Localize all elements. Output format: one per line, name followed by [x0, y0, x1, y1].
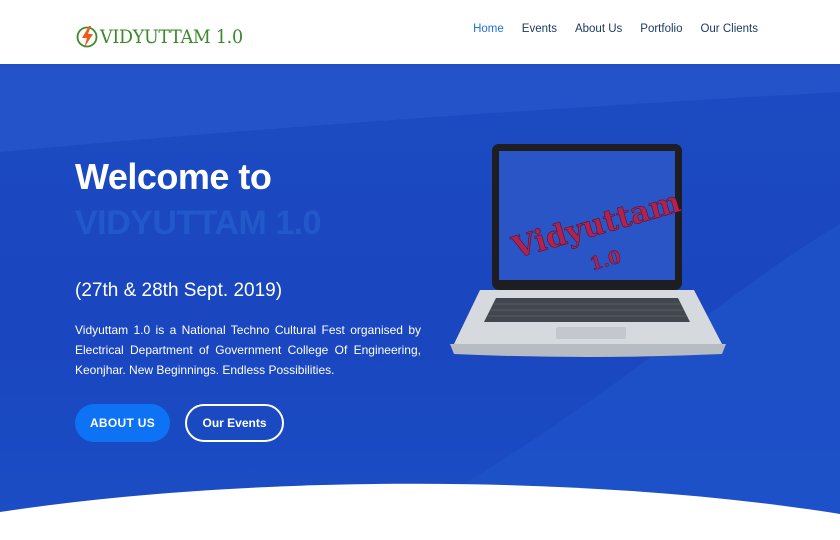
- logo-text: VIDYUTTAM 1.0: [100, 26, 243, 48]
- main-nav: Home Events About Us Portfolio Our Clien…: [473, 23, 758, 35]
- laptop-icon: Vidyuttam 1.0: [450, 144, 726, 357]
- about-us-button[interactable]: ABOUT US: [75, 404, 170, 442]
- nav-events[interactable]: Events: [522, 23, 557, 35]
- hero-description: Vidyuttam 1.0 is a National Techno Cultu…: [75, 323, 421, 377]
- event-dates: (27th & 28th Sept. 2019): [75, 280, 283, 301]
- hero-title: Welcome to: [75, 156, 272, 197]
- lightning-bolt-icon: [76, 26, 98, 48]
- nav-our-clients[interactable]: Our Clients: [700, 23, 758, 35]
- nav-home[interactable]: Home: [473, 23, 504, 35]
- hero-subtitle: VIDYUTTAM 1.0: [75, 204, 322, 242]
- hero-section: Welcome to VIDYUTTAM 1.0 (27th & 28th Se…: [0, 64, 840, 540]
- nav-about-us[interactable]: About Us: [575, 23, 622, 35]
- site-logo[interactable]: VIDYUTTAM 1.0: [76, 22, 255, 52]
- our-events-button[interactable]: Our Events: [185, 404, 284, 442]
- nav-portfolio[interactable]: Portfolio: [640, 23, 682, 35]
- navbar: VIDYUTTAM 1.0 Home Events About Us Portf…: [0, 0, 840, 64]
